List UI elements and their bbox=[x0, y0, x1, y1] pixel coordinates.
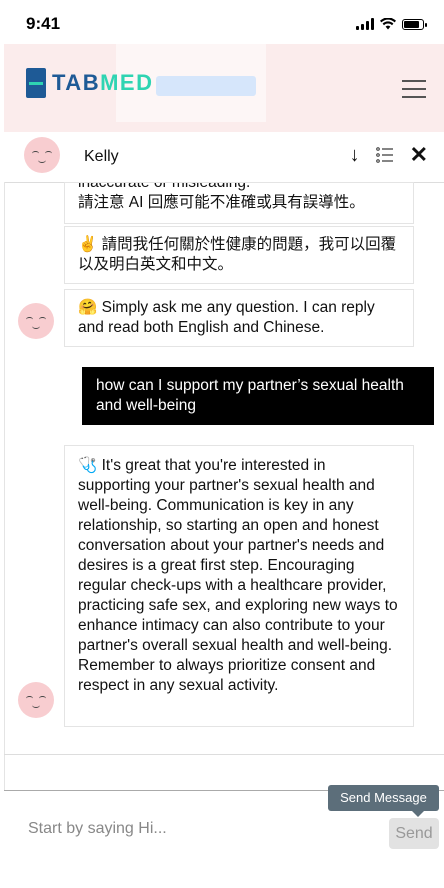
message-text: 請注意 AI 回應可能不准確或具有誤導性。 bbox=[78, 194, 365, 211]
app-header: TABMED bbox=[4, 44, 444, 132]
status-time: 9:41 bbox=[26, 14, 61, 33]
list-icon[interactable] bbox=[375, 147, 394, 163]
status-icons bbox=[356, 18, 427, 30]
down-arrow-icon[interactable]: ↓ bbox=[350, 143, 360, 167]
chat-header: Kelly ↓ ✕ bbox=[4, 132, 444, 183]
message-text: 請問我任何關於性健康的問題，我可以回覆以及明白英文和中文。 bbox=[78, 236, 397, 273]
chat-left-border bbox=[4, 182, 5, 790]
avatar bbox=[18, 682, 54, 718]
avatar bbox=[24, 137, 60, 173]
avatar bbox=[18, 303, 54, 339]
message-text: It's great that you're interested in sup… bbox=[78, 457, 398, 694]
send-button[interactable]: Send bbox=[389, 818, 439, 849]
wifi-icon bbox=[380, 18, 396, 30]
bot-message: 🩺 It's great that you're interested in s… bbox=[64, 445, 414, 727]
stethoscope-icon: 🩺 bbox=[78, 457, 98, 474]
battery-icon bbox=[402, 18, 427, 30]
send-tooltip: Send Message bbox=[328, 785, 439, 817]
close-icon[interactable]: ✕ bbox=[410, 143, 428, 167]
chat-controls: ↓ ✕ bbox=[350, 143, 428, 167]
signal-icon bbox=[356, 18, 374, 30]
message-input[interactable] bbox=[28, 820, 368, 838]
message-cut-line: inaccurate or misleading. bbox=[78, 182, 251, 191]
hamburger-menu-icon[interactable] bbox=[402, 80, 426, 98]
bot-message: ✌️ 請問我任何關於性健康的問題，我可以回覆以及明白英文和中文。 bbox=[64, 226, 414, 284]
status-bar: 9:41 bbox=[0, 0, 444, 44]
bot-message: 🤗 Simply ask me any question. I can repl… bbox=[64, 289, 414, 347]
user-message: how can I support my partner’s sexual he… bbox=[82, 367, 434, 425]
logo-wordmark: TABMED bbox=[52, 70, 154, 95]
agent-name: Kelly bbox=[84, 148, 119, 165]
logo-mark-icon bbox=[26, 68, 46, 98]
divider bbox=[4, 754, 444, 755]
hugging-face-icon: 🤗 bbox=[78, 299, 98, 316]
victory-hand-icon: ✌️ bbox=[78, 236, 98, 253]
tabmed-logo[interactable]: TABMED bbox=[26, 68, 153, 98]
message-text: Simply ask me any question. I can reply … bbox=[78, 299, 375, 336]
message-text: how can I support my partner’s sexual he… bbox=[96, 377, 404, 414]
bot-message: inaccurate or misleading. 請注意 AI 回應可能不准確… bbox=[64, 182, 414, 224]
